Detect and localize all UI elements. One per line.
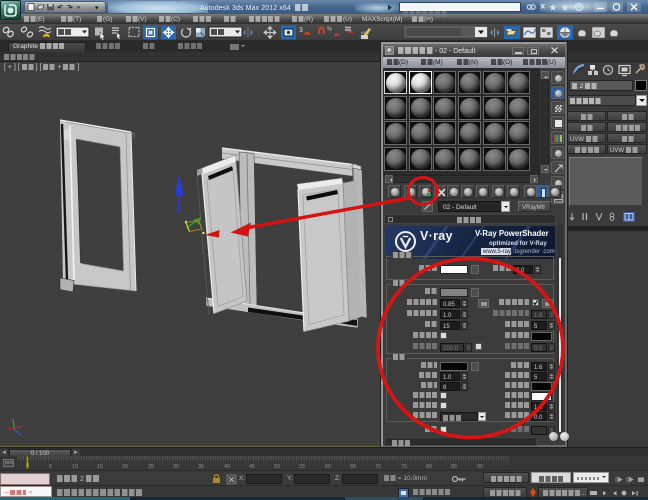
svg-text:3: 3 — [299, 27, 303, 34]
svg-text:?: ? — [577, 4, 581, 11]
svg-text:ABC: ABC — [361, 30, 369, 35]
svg-text:%: % — [327, 27, 332, 33]
